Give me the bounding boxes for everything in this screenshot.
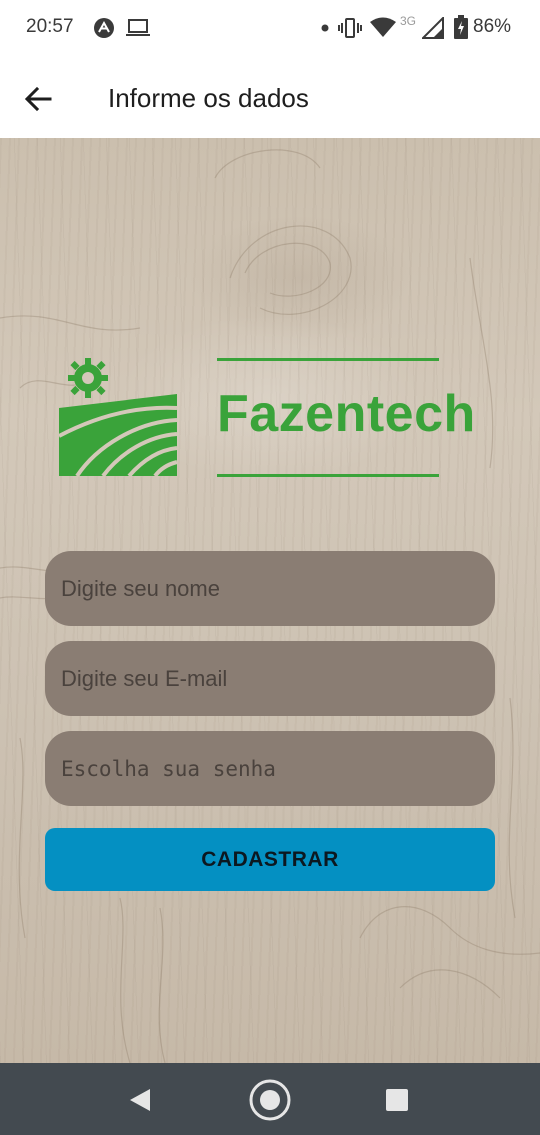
nav-recents-icon[interactable] (386, 1089, 408, 1111)
app-bar: Informe os dados (0, 56, 540, 138)
back-arrow-icon[interactable] (22, 82, 56, 116)
wifi-icon (370, 17, 396, 37)
logo-text: Fazentech (217, 385, 476, 443)
status-bar: 20:57 3G 86% (0, 0, 540, 56)
page-title: Informe os dados (108, 83, 309, 113)
email-input[interactable] (45, 641, 495, 716)
nav-back-icon[interactable] (128, 1088, 152, 1112)
laptop-icon (126, 19, 150, 36)
name-input[interactable] (45, 551, 495, 626)
password-input[interactable] (45, 731, 495, 806)
dot-icon (321, 24, 329, 32)
vibrate-icon (338, 18, 362, 38)
navigation-bar (0, 1063, 540, 1135)
fazentech-logo: Fazentech (52, 356, 482, 486)
signal-icon (422, 17, 444, 39)
wood-background: Fazentech CADASTRAR (0, 138, 540, 1063)
assistant-icon (94, 18, 114, 38)
cadastrar-button[interactable]: CADASTRAR (45, 828, 495, 891)
battery-level: 86% (473, 16, 512, 37)
logo-bottom-line (217, 474, 439, 477)
logo-top-line (217, 358, 439, 361)
network-type: 3G (400, 14, 417, 28)
battery-icon (454, 15, 468, 39)
farm-field-gear-icon (58, 358, 178, 478)
status-time: 20:57 (26, 16, 74, 37)
nav-home-icon[interactable] (248, 1078, 292, 1122)
